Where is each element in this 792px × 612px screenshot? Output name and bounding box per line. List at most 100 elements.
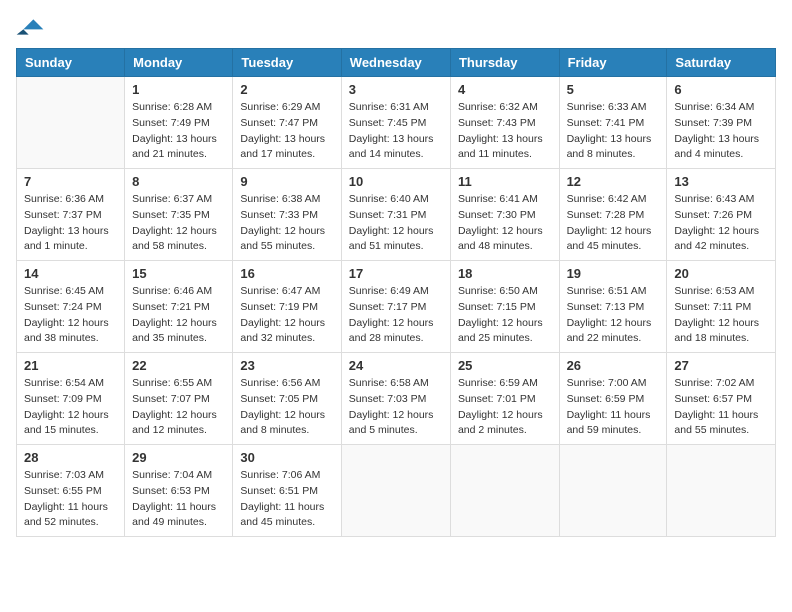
calendar-cell: 7 Sunrise: 6:36 AMSunset: 7:37 PMDayligh… bbox=[17, 169, 125, 261]
day-number: 20 bbox=[674, 266, 768, 281]
calendar-cell bbox=[17, 77, 125, 169]
calendar-cell: 15 Sunrise: 6:46 AMSunset: 7:21 PMDaylig… bbox=[125, 261, 233, 353]
day-detail: Sunrise: 6:59 AMSunset: 7:01 PMDaylight:… bbox=[458, 376, 552, 439]
calendar-cell bbox=[559, 445, 667, 537]
calendar-table: SundayMondayTuesdayWednesdayThursdayFrid… bbox=[16, 48, 776, 537]
day-number: 21 bbox=[24, 358, 117, 373]
calendar-cell: 5 Sunrise: 6:33 AMSunset: 7:41 PMDayligh… bbox=[559, 77, 667, 169]
calendar-cell: 6 Sunrise: 6:34 AMSunset: 7:39 PMDayligh… bbox=[667, 77, 776, 169]
calendar-cell: 4 Sunrise: 6:32 AMSunset: 7:43 PMDayligh… bbox=[450, 77, 559, 169]
day-detail: Sunrise: 6:29 AMSunset: 7:47 PMDaylight:… bbox=[240, 100, 333, 163]
day-number: 7 bbox=[24, 174, 117, 189]
day-detail: Sunrise: 6:53 AMSunset: 7:11 PMDaylight:… bbox=[674, 284, 768, 347]
calendar-cell: 30 Sunrise: 7:06 AMSunset: 6:51 PMDaylig… bbox=[233, 445, 341, 537]
calendar-cell: 16 Sunrise: 6:47 AMSunset: 7:19 PMDaylig… bbox=[233, 261, 341, 353]
calendar-cell: 2 Sunrise: 6:29 AMSunset: 7:47 PMDayligh… bbox=[233, 77, 341, 169]
day-detail: Sunrise: 6:43 AMSunset: 7:26 PMDaylight:… bbox=[674, 192, 768, 255]
calendar-cell: 19 Sunrise: 6:51 AMSunset: 7:13 PMDaylig… bbox=[559, 261, 667, 353]
calendar-cell bbox=[341, 445, 450, 537]
day-number: 12 bbox=[567, 174, 660, 189]
day-number: 8 bbox=[132, 174, 225, 189]
calendar-cell: 24 Sunrise: 6:58 AMSunset: 7:03 PMDaylig… bbox=[341, 353, 450, 445]
calendar-cell: 21 Sunrise: 6:54 AMSunset: 7:09 PMDaylig… bbox=[17, 353, 125, 445]
calendar-cell: 17 Sunrise: 6:49 AMSunset: 7:17 PMDaylig… bbox=[341, 261, 450, 353]
day-number: 2 bbox=[240, 82, 333, 97]
calendar-cell bbox=[667, 445, 776, 537]
day-number: 15 bbox=[132, 266, 225, 281]
calendar-week-5: 28 Sunrise: 7:03 AMSunset: 6:55 PMDaylig… bbox=[17, 445, 776, 537]
weekday-header-friday: Friday bbox=[559, 49, 667, 77]
calendar-week-3: 14 Sunrise: 6:45 AMSunset: 7:24 PMDaylig… bbox=[17, 261, 776, 353]
day-number: 24 bbox=[349, 358, 443, 373]
calendar-week-2: 7 Sunrise: 6:36 AMSunset: 7:37 PMDayligh… bbox=[17, 169, 776, 261]
calendar-week-4: 21 Sunrise: 6:54 AMSunset: 7:09 PMDaylig… bbox=[17, 353, 776, 445]
day-number: 23 bbox=[240, 358, 333, 373]
calendar-cell: 3 Sunrise: 6:31 AMSunset: 7:45 PMDayligh… bbox=[341, 77, 450, 169]
day-detail: Sunrise: 6:55 AMSunset: 7:07 PMDaylight:… bbox=[132, 376, 225, 439]
logo bbox=[16, 16, 48, 36]
logo-icon bbox=[16, 16, 44, 36]
calendar-cell: 14 Sunrise: 6:45 AMSunset: 7:24 PMDaylig… bbox=[17, 261, 125, 353]
day-detail: Sunrise: 6:28 AMSunset: 7:49 PMDaylight:… bbox=[132, 100, 225, 163]
calendar-cell bbox=[450, 445, 559, 537]
calendar-cell: 28 Sunrise: 7:03 AMSunset: 6:55 PMDaylig… bbox=[17, 445, 125, 537]
day-detail: Sunrise: 7:04 AMSunset: 6:53 PMDaylight:… bbox=[132, 468, 225, 531]
day-number: 9 bbox=[240, 174, 333, 189]
day-detail: Sunrise: 6:31 AMSunset: 7:45 PMDaylight:… bbox=[349, 100, 443, 163]
day-number: 30 bbox=[240, 450, 333, 465]
day-number: 5 bbox=[567, 82, 660, 97]
day-detail: Sunrise: 7:03 AMSunset: 6:55 PMDaylight:… bbox=[24, 468, 117, 531]
day-detail: Sunrise: 7:02 AMSunset: 6:57 PMDaylight:… bbox=[674, 376, 768, 439]
calendar-cell: 9 Sunrise: 6:38 AMSunset: 7:33 PMDayligh… bbox=[233, 169, 341, 261]
day-number: 10 bbox=[349, 174, 443, 189]
day-detail: Sunrise: 6:33 AMSunset: 7:41 PMDaylight:… bbox=[567, 100, 660, 163]
day-number: 26 bbox=[567, 358, 660, 373]
day-number: 29 bbox=[132, 450, 225, 465]
day-detail: Sunrise: 6:50 AMSunset: 7:15 PMDaylight:… bbox=[458, 284, 552, 347]
day-detail: Sunrise: 6:41 AMSunset: 7:30 PMDaylight:… bbox=[458, 192, 552, 255]
day-detail: Sunrise: 6:54 AMSunset: 7:09 PMDaylight:… bbox=[24, 376, 117, 439]
calendar-cell: 23 Sunrise: 6:56 AMSunset: 7:05 PMDaylig… bbox=[233, 353, 341, 445]
day-detail: Sunrise: 6:34 AMSunset: 7:39 PMDaylight:… bbox=[674, 100, 768, 163]
day-detail: Sunrise: 6:58 AMSunset: 7:03 PMDaylight:… bbox=[349, 376, 443, 439]
day-detail: Sunrise: 6:32 AMSunset: 7:43 PMDaylight:… bbox=[458, 100, 552, 163]
weekday-header-thursday: Thursday bbox=[450, 49, 559, 77]
weekday-header-row: SundayMondayTuesdayWednesdayThursdayFrid… bbox=[17, 49, 776, 77]
day-detail: Sunrise: 6:47 AMSunset: 7:19 PMDaylight:… bbox=[240, 284, 333, 347]
day-detail: Sunrise: 6:56 AMSunset: 7:05 PMDaylight:… bbox=[240, 376, 333, 439]
weekday-header-monday: Monday bbox=[125, 49, 233, 77]
day-detail: Sunrise: 6:37 AMSunset: 7:35 PMDaylight:… bbox=[132, 192, 225, 255]
day-number: 25 bbox=[458, 358, 552, 373]
calendar-cell: 11 Sunrise: 6:41 AMSunset: 7:30 PMDaylig… bbox=[450, 169, 559, 261]
calendar-cell: 18 Sunrise: 6:50 AMSunset: 7:15 PMDaylig… bbox=[450, 261, 559, 353]
day-detail: Sunrise: 6:49 AMSunset: 7:17 PMDaylight:… bbox=[349, 284, 443, 347]
day-detail: Sunrise: 6:36 AMSunset: 7:37 PMDaylight:… bbox=[24, 192, 117, 255]
day-detail: Sunrise: 6:40 AMSunset: 7:31 PMDaylight:… bbox=[349, 192, 443, 255]
day-number: 13 bbox=[674, 174, 768, 189]
day-number: 6 bbox=[674, 82, 768, 97]
calendar-cell: 8 Sunrise: 6:37 AMSunset: 7:35 PMDayligh… bbox=[125, 169, 233, 261]
page-header bbox=[16, 16, 776, 36]
day-detail: Sunrise: 6:46 AMSunset: 7:21 PMDaylight:… bbox=[132, 284, 225, 347]
calendar-cell: 12 Sunrise: 6:42 AMSunset: 7:28 PMDaylig… bbox=[559, 169, 667, 261]
day-number: 3 bbox=[349, 82, 443, 97]
calendar-cell: 13 Sunrise: 6:43 AMSunset: 7:26 PMDaylig… bbox=[667, 169, 776, 261]
day-number: 14 bbox=[24, 266, 117, 281]
day-number: 1 bbox=[132, 82, 225, 97]
calendar-week-1: 1 Sunrise: 6:28 AMSunset: 7:49 PMDayligh… bbox=[17, 77, 776, 169]
day-detail: Sunrise: 7:06 AMSunset: 6:51 PMDaylight:… bbox=[240, 468, 333, 531]
day-detail: Sunrise: 6:42 AMSunset: 7:28 PMDaylight:… bbox=[567, 192, 660, 255]
day-number: 28 bbox=[24, 450, 117, 465]
day-detail: Sunrise: 7:00 AMSunset: 6:59 PMDaylight:… bbox=[567, 376, 660, 439]
weekday-header-saturday: Saturday bbox=[667, 49, 776, 77]
day-number: 22 bbox=[132, 358, 225, 373]
day-number: 19 bbox=[567, 266, 660, 281]
calendar-cell: 26 Sunrise: 7:00 AMSunset: 6:59 PMDaylig… bbox=[559, 353, 667, 445]
day-number: 4 bbox=[458, 82, 552, 97]
day-number: 11 bbox=[458, 174, 552, 189]
day-number: 18 bbox=[458, 266, 552, 281]
calendar-cell: 22 Sunrise: 6:55 AMSunset: 7:07 PMDaylig… bbox=[125, 353, 233, 445]
calendar-cell: 25 Sunrise: 6:59 AMSunset: 7:01 PMDaylig… bbox=[450, 353, 559, 445]
day-number: 27 bbox=[674, 358, 768, 373]
calendar-cell: 20 Sunrise: 6:53 AMSunset: 7:11 PMDaylig… bbox=[667, 261, 776, 353]
